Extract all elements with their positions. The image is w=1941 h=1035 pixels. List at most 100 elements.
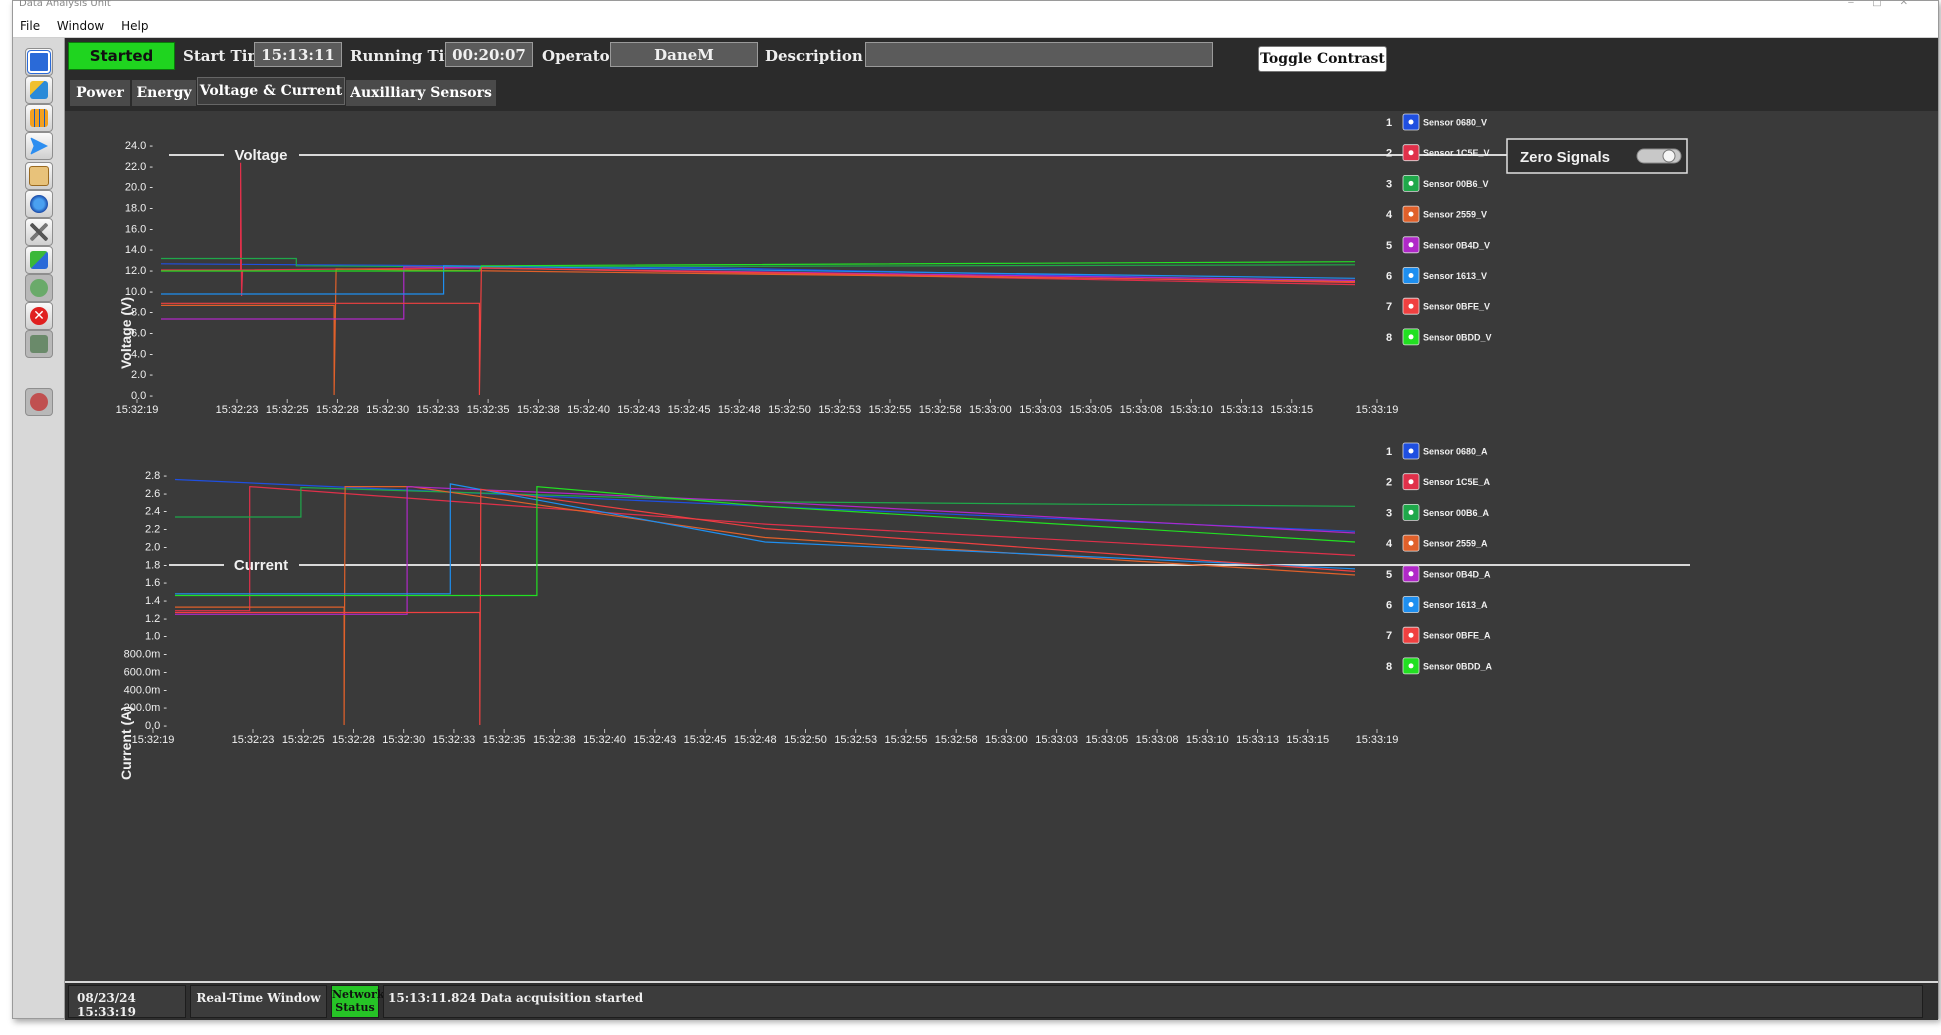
side-toolbar: ✕ [13, 38, 65, 1018]
operator-label: Operator [542, 47, 618, 65]
x-tick-label: 15:32:43 [617, 404, 660, 416]
monitor-icon [30, 81, 48, 99]
legend-number: 5 [1386, 569, 1392, 581]
x-tick-label: 15:33:19 [1356, 404, 1399, 416]
zero-signals-control[interactable]: Zero Signals [1506, 138, 1688, 174]
tab-bar: Power Energy Voltage & Current Auxilliar… [65, 73, 1938, 111]
legend-dot-icon [1408, 303, 1414, 309]
legend-dot-icon [1408, 211, 1414, 217]
tools-button[interactable] [25, 218, 53, 246]
menu-file[interactable]: File [13, 15, 46, 33]
y-tick-label: 2.2 - [145, 524, 167, 536]
globe-icon [30, 195, 48, 213]
x-tick-label: 15:33:05 [1085, 734, 1128, 746]
legend-label: Sensor 2559_A [1423, 539, 1488, 549]
notes-button[interactable] [25, 162, 53, 190]
title-bar: Data Analysis Unit ‒□✕ [13, 0, 1938, 15]
y-tick-label: 800.0m - [124, 649, 168, 661]
window-mode-field[interactable]: Real-Time Window [190, 985, 327, 1018]
globe-button[interactable] [25, 190, 53, 218]
app-window: Data Analysis Unit ‒□✕ File Window Help … [12, 0, 1939, 1020]
tab-voltage-current[interactable]: Voltage & Current [197, 77, 345, 105]
legend-dot-icon [1408, 448, 1414, 454]
menu-help[interactable]: Help [114, 15, 154, 33]
refresh-button[interactable] [25, 246, 53, 274]
x-tick-label: 15:32:19 [132, 734, 175, 746]
legend-label: Sensor 1613_A [1423, 600, 1488, 610]
x-tick-label: 15:32:38 [517, 404, 560, 416]
x-tick-label: 15:32:33 [432, 734, 475, 746]
x-tick-label: 15:32:58 [919, 404, 962, 416]
x-tick-label: 15:32:48 [718, 404, 761, 416]
legend-label: Sensor 0680_V [1423, 118, 1487, 128]
status-message: 15:13:11.824 Data acquisition started [383, 985, 1923, 1018]
stop-button[interactable]: ✕ [25, 302, 53, 330]
series-line [175, 486, 1356, 726]
download-button[interactable] [25, 330, 53, 358]
play-icon [30, 279, 48, 297]
y-tick-label: 4.0 - [131, 348, 153, 360]
calendar-button[interactable] [25, 104, 53, 132]
legend-number: 8 [1386, 332, 1392, 344]
play-button[interactable] [25, 274, 53, 302]
y-tick-label: 2.4 - [145, 506, 167, 518]
legend-dot-icon [1408, 571, 1414, 577]
legend-dot-icon [1408, 663, 1414, 669]
toggle-knob [1662, 149, 1676, 163]
menu-window[interactable]: Window [50, 15, 110, 33]
tab-energy[interactable]: Energy [131, 79, 197, 107]
zero-signals-label: Zero Signals [1520, 149, 1610, 166]
legend-label: Sensor 00B6_V [1423, 179, 1489, 189]
x-tick-label: 15:32:40 [567, 404, 610, 416]
legend-number: 3 [1386, 507, 1392, 519]
send-button[interactable] [25, 132, 53, 160]
y-tick-label: 0.0 - [145, 720, 167, 732]
x-tick-label: 15:32:43 [633, 734, 676, 746]
stop-icon: ✕ [30, 307, 48, 325]
legend-dot-icon [1408, 334, 1414, 340]
legend-label: Sensor 0B4D_A [1423, 569, 1491, 579]
series-line [161, 267, 1356, 396]
legend-number: 6 [1386, 600, 1392, 612]
x-tick-label: 15:33:03 [1035, 734, 1078, 746]
legend-dot-icon [1408, 632, 1414, 638]
toggle-contrast-button[interactable]: Toggle Contrast [1258, 46, 1387, 72]
menu-bar: File Window Help [13, 15, 1938, 38]
x-tick-label: 15:32:23 [232, 734, 275, 746]
window-controls[interactable]: ‒□✕ [1848, 0, 1926, 8]
tab-auxiliary-sensors[interactable]: Auxilliary Sensors [345, 79, 497, 107]
series-line [175, 483, 1356, 595]
description-field[interactable] [865, 42, 1213, 67]
operator-field[interactable]: DaneM [610, 42, 758, 67]
legend-dot-icon [1408, 242, 1414, 248]
x-tick-label: 15:32:25 [266, 404, 309, 416]
x-tick-label: 15:32:45 [684, 734, 727, 746]
y-tick-label: 6.0 - [131, 328, 153, 340]
current-y-ticks: 2.8 - 2.6 - 2.4 - 2.2 - 2.0 - 1.8 - 1.6 - 1.4 -… [124, 470, 168, 732]
window-button[interactable] [25, 48, 53, 76]
y-tick-label: 20.0 - [125, 182, 153, 194]
y-tick-label: 2.8 - [145, 470, 167, 482]
current-series [174, 478, 1356, 726]
window-icon [28, 51, 50, 73]
chart-area: Voltage Voltage (V) 24.0 -22.0 -20.0 -18… [65, 111, 1938, 981]
legend-label: Sensor 0BDD_A [1423, 661, 1493, 671]
monitor-button[interactable] [25, 76, 53, 104]
x-tick-label: 15:33:15 [1270, 404, 1313, 416]
x-tick-label: 15:32:45 [668, 404, 711, 416]
y-tick-label: 600.0m - [124, 666, 168, 678]
charts-canvas: Voltage Voltage (V) 24.0 -22.0 -20.0 -18… [116, 113, 1690, 780]
start-time-field: 15:13:11 [254, 42, 342, 67]
power-button[interactable] [25, 388, 53, 416]
y-tick-label: 22.0 - [125, 161, 153, 173]
legend-dot-icon [1408, 273, 1414, 278]
current-chart-title: Current [234, 557, 288, 574]
legend-number: 1 [1386, 117, 1392, 129]
y-tick-label: 18.0 - [125, 203, 153, 215]
x-tick-label: 15:32:30 [382, 734, 425, 746]
notes-icon [29, 166, 49, 186]
y-tick-label: 1.4 - [145, 595, 167, 607]
tab-power[interactable]: Power [69, 79, 131, 107]
x-tick-label: 15:32:55 [869, 404, 912, 416]
legend-number: 8 [1386, 661, 1392, 673]
